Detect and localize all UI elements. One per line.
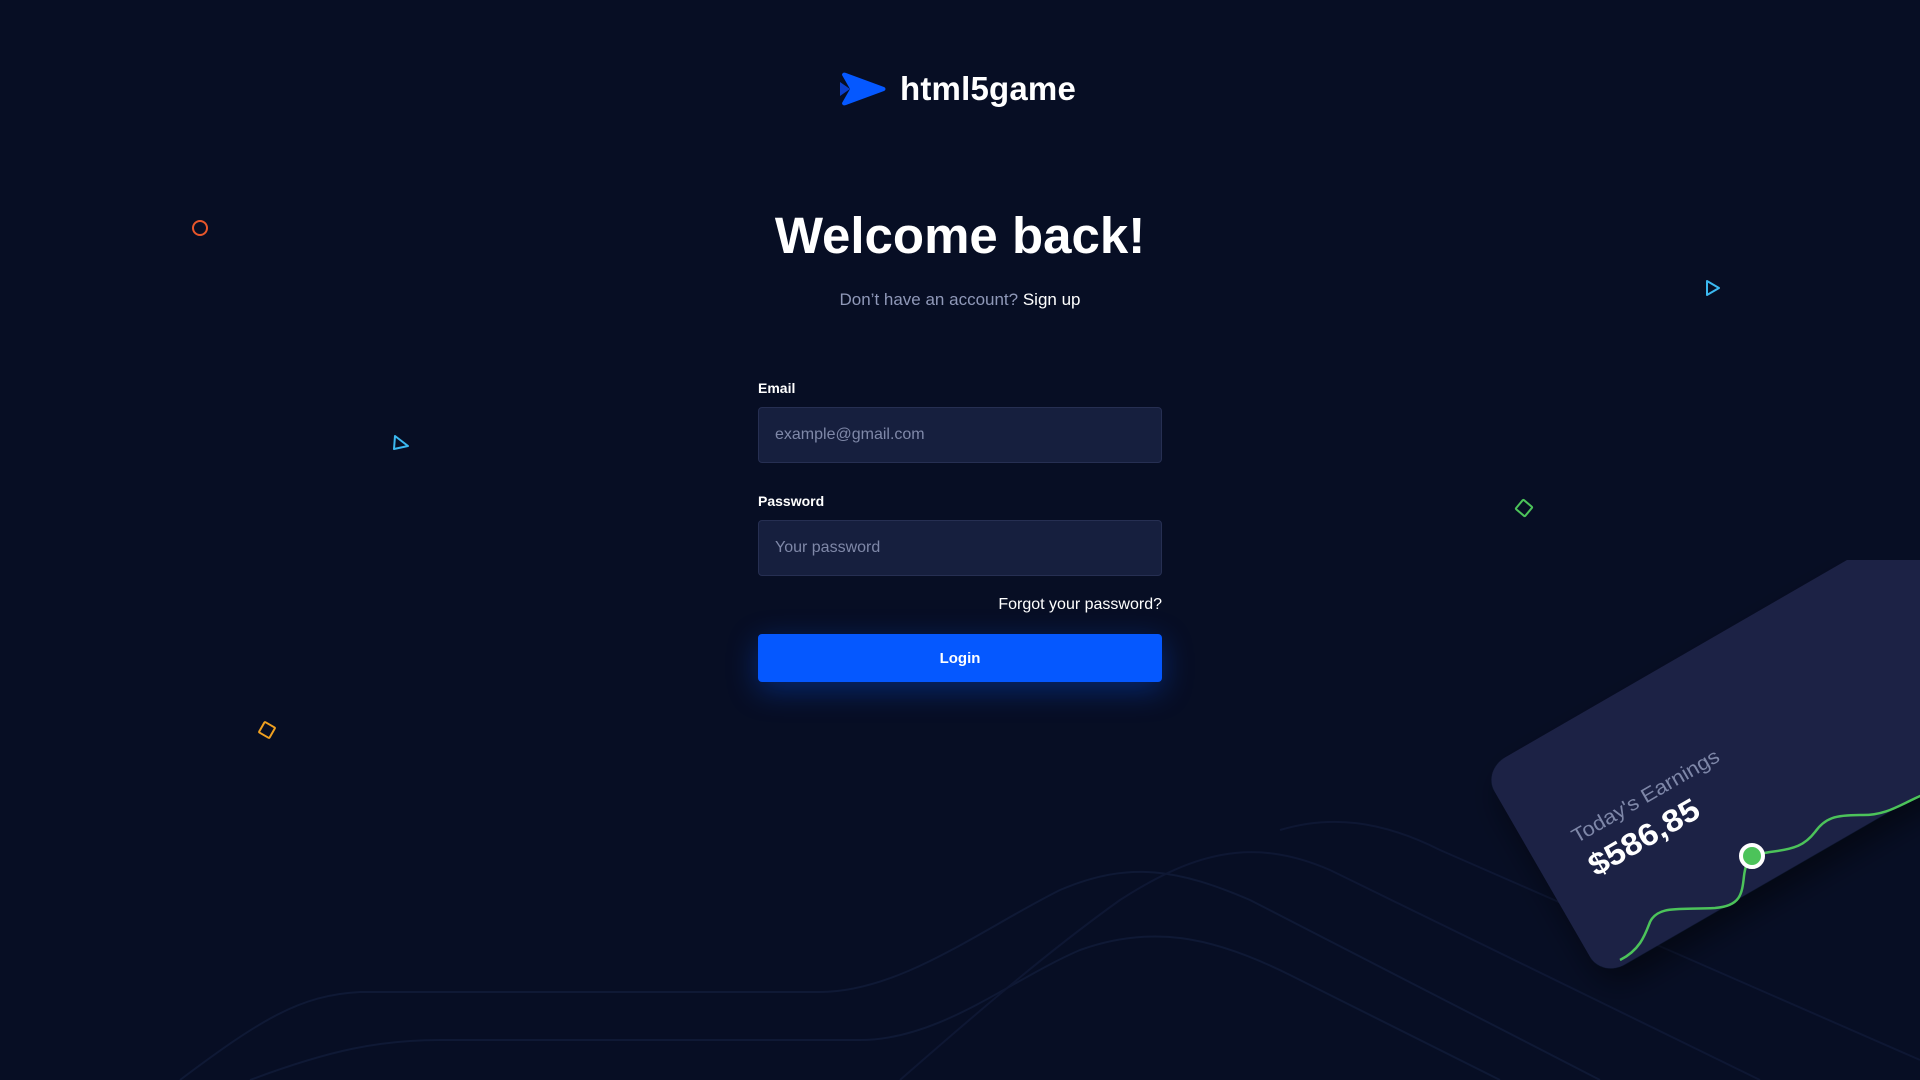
signup-prompt: Don’t have an account? Sign up	[0, 290, 1920, 310]
triangle-outline-icon	[393, 435, 409, 450]
brand-logo[interactable]: html5game	[840, 68, 1076, 110]
earnings-card-illustration: Today's Earnings $586,85	[1491, 560, 1920, 969]
password-field[interactable]	[758, 520, 1162, 576]
email-field-group: Email	[758, 380, 1162, 463]
brand-name: html5game	[900, 70, 1077, 107]
signup-prompt-text: Don’t have an account?	[839, 290, 1019, 309]
login-page: html5game Welcome back! Don’t have an ac…	[0, 0, 1920, 1080]
page-title: Welcome back!	[774, 207, 1146, 264]
earnings-point-marker	[1739, 843, 1765, 869]
diamond-outline-icon	[258, 721, 276, 739]
square-outline-icon	[1514, 498, 1534, 518]
email-label: Email	[758, 380, 796, 396]
password-label: Password	[758, 493, 825, 509]
login-button[interactable]: Login	[758, 634, 1162, 682]
play-logo-icon	[840, 72, 886, 106]
password-field-group: Password	[758, 493, 1162, 576]
forgot-row: Forgot your password?	[758, 596, 1162, 616]
forgot-password-link[interactable]: Forgot your password?	[998, 596, 1162, 613]
login-form: Email Password Forgot your password? Log…	[758, 380, 1162, 682]
signup-link[interactable]: Sign up	[1023, 290, 1081, 309]
email-field[interactable]	[758, 407, 1162, 463]
